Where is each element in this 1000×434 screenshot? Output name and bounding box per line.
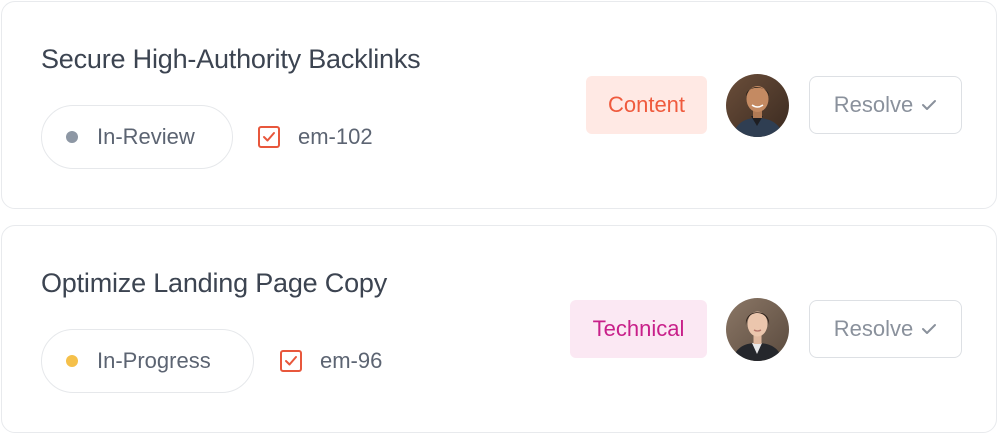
- check-icon: [922, 324, 937, 334]
- category-tag: Technical: [570, 300, 707, 358]
- resolve-label: Resolve: [833, 92, 914, 117]
- task-id: em-102: [258, 105, 373, 169]
- task-id-label: em-96: [320, 348, 383, 373]
- status-pill[interactable]: In-Review: [41, 105, 233, 169]
- check-icon: [922, 100, 937, 110]
- checkbox-icon: [258, 126, 280, 148]
- resolve-label: Resolve: [833, 316, 914, 341]
- task-card: Optimize Landing Page Copy In-Progress e…: [1, 225, 997, 433]
- resolve-button[interactable]: Resolve: [809, 300, 962, 358]
- task-title: Secure High-Authority Backlinks: [41, 44, 421, 74]
- resolve-button[interactable]: Resolve: [809, 76, 962, 134]
- status-pill[interactable]: In-Progress: [41, 329, 254, 393]
- task-id: em-96: [280, 329, 382, 393]
- task-title: Optimize Landing Page Copy: [41, 268, 388, 298]
- status-dot-icon: [66, 355, 78, 367]
- task-card: Secure High-Authority Backlinks In-Revie…: [1, 1, 997, 209]
- task-id-label: em-102: [298, 124, 373, 149]
- status-label: In-Review: [97, 124, 195, 149]
- status-dot-icon: [66, 131, 78, 143]
- assignee-avatar[interactable]: [726, 74, 789, 137]
- assignee-avatar[interactable]: [726, 298, 789, 361]
- checkbox-icon: [280, 350, 302, 372]
- status-label: In-Progress: [97, 348, 211, 373]
- category-tag: Content: [586, 76, 707, 134]
